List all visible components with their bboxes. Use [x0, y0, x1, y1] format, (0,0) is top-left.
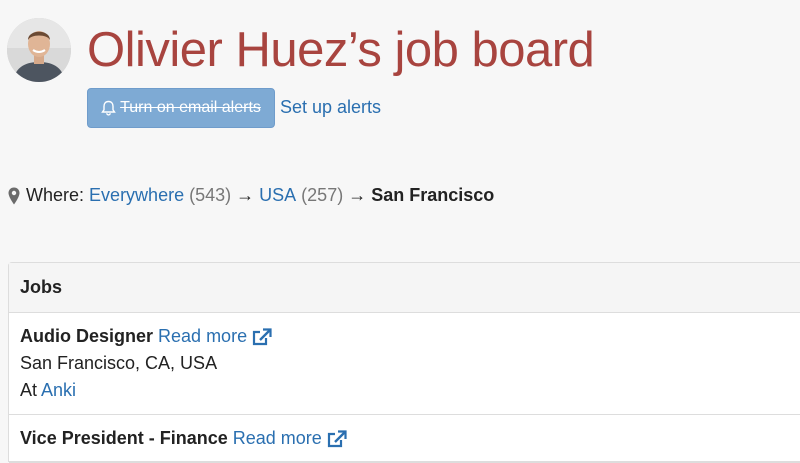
- external-link-icon: [252, 327, 272, 346]
- location-breadcrumb: Where: Everywhere (543) → USA (257) → Sa…: [8, 185, 494, 206]
- read-more-link[interactable]: Read more: [158, 323, 272, 350]
- read-more-label: Read more: [158, 326, 248, 346]
- page-title: Olivier Huez’s job board: [87, 23, 595, 77]
- setup-alerts-link[interactable]: Set up alerts: [280, 97, 381, 118]
- email-alerts-button[interactable]: Turn on email alerts: [87, 88, 275, 128]
- avatar: [7, 18, 71, 82]
- jobs-heading: Jobs: [9, 263, 800, 313]
- breadcrumb-arrow: →: [348, 185, 367, 205]
- breadcrumb-usa-link[interactable]: USA: [259, 185, 296, 206]
- job-at-label: At: [20, 380, 38, 400]
- read-more-link[interactable]: Read more: [233, 425, 347, 452]
- breadcrumb-arrow: →: [236, 185, 255, 205]
- breadcrumb-everywhere-link[interactable]: Everywhere: [89, 185, 184, 206]
- jobs-panel: Jobs Audio Designer Read more San Franci…: [8, 262, 800, 463]
- job-title: Audio Designer: [20, 326, 154, 346]
- job-location: San Francisco, CA, USA: [20, 353, 218, 373]
- email-alerts-label: Turn on email alerts: [120, 99, 261, 116]
- where-label: Where:: [26, 185, 85, 205]
- read-more-label: Read more: [232, 428, 322, 448]
- breadcrumb-usa-count: (257): [301, 185, 344, 205]
- job-item: Vice President - Finance Read more: [9, 415, 800, 463]
- company-link[interactable]: Anki: [41, 380, 76, 400]
- map-marker-icon: [8, 187, 20, 205]
- breadcrumb-current: San Francisco: [371, 185, 495, 205]
- bell-icon: [101, 100, 116, 116]
- job-title: Vice President - Finance: [20, 428, 228, 448]
- job-item: Audio Designer Read more San Francisco, …: [9, 313, 800, 415]
- external-link-icon: [327, 429, 347, 448]
- breadcrumb-everywhere-count: (543): [189, 185, 232, 205]
